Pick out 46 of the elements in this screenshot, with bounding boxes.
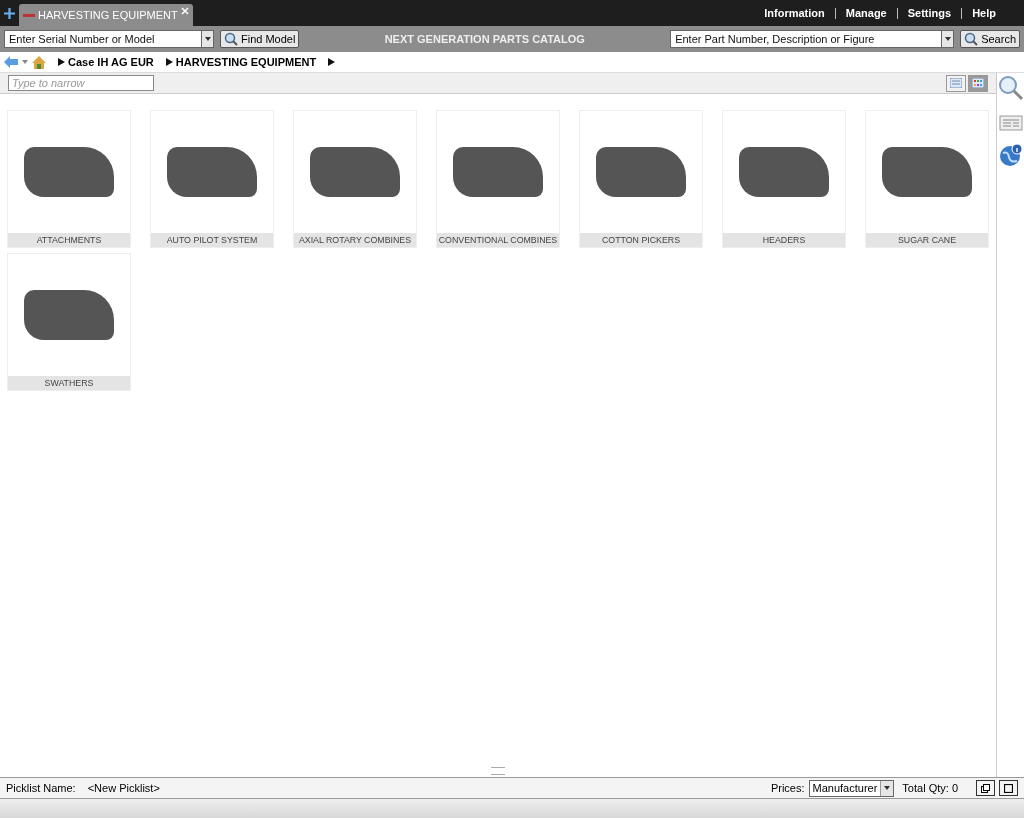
windows-icon <box>981 783 990 793</box>
triangle-icon <box>58 58 65 66</box>
part-field[interactable]: Enter Part Number, Description or Figure <box>670 30 942 48</box>
globe-info-icon[interactable] <box>998 143 1023 167</box>
maximize-button[interactable] <box>999 780 1018 796</box>
category-tile[interactable]: CONVENTIONAL COMBINES <box>436 110 560 248</box>
back-arrow-icon[interactable] <box>4 56 18 68</box>
category-tile[interactable]: AXIAL ROTARY COMBINES <box>293 110 417 248</box>
prices-label: Prices: <box>770 782 805 794</box>
category-tile[interactable]: SWATHERS <box>7 253 131 391</box>
picklist-name: <New Picklist> <box>87 782 160 794</box>
category-tile[interactable]: SUGAR CANE <box>865 110 989 248</box>
search-icon <box>964 32 979 46</box>
list-view-button[interactable] <box>946 74 966 92</box>
triangle-icon <box>328 58 336 66</box>
grid-view-button[interactable] <box>968 74 988 92</box>
category-tile[interactable]: AUTO PILOT SYSTEM <box>150 110 274 248</box>
category-tile[interactable]: COTTON PICKERS <box>579 110 703 248</box>
dropdown-icon[interactable] <box>204 37 211 41</box>
logo-icon <box>23 13 35 17</box>
splitter-handle[interactable] <box>491 767 505 775</box>
restore-button[interactable] <box>976 780 995 796</box>
top-link[interactable]: Help <box>962 7 1006 19</box>
plus-icon[interactable] <box>4 7 15 19</box>
breadcrumb-link[interactable]: Case IH AG EUR <box>68 56 154 68</box>
prices-dropdown[interactable]: Manufacturer <box>808 779 895 797</box>
category-tile[interactable]: HEADERS <box>722 110 846 248</box>
find-model-button[interactable]: Find Model <box>220 30 300 48</box>
top-link[interactable]: Manage <box>835 7 897 19</box>
filter-field[interactable]: Type to narrow <box>8 75 154 91</box>
triangle-icon <box>165 58 173 66</box>
search-button[interactable]: Search <box>960 30 1020 48</box>
catalog-title: NEXT GENERATION PARTS CATALOG <box>383 33 586 45</box>
breadcrumb-link[interactable]: HARVESTING EQUIPMENT <box>175 56 317 68</box>
picklist-label: Picklist Name: <box>6 782 76 794</box>
top-link[interactable]: Settings <box>897 7 962 19</box>
top-link[interactable]: Information <box>754 7 835 19</box>
search-icon[interactable] <box>997 75 1024 101</box>
home-icon[interactable] <box>32 55 46 69</box>
dropdown-icon[interactable] <box>944 37 951 41</box>
model-field[interactable]: Enter Serial Number or Model <box>4 30 201 48</box>
dropdown-icon[interactable] <box>884 786 891 790</box>
close-icon[interactable] <box>180 7 189 15</box>
category-tile[interactable]: ATTACHMENTS <box>7 110 131 248</box>
search-icon <box>224 32 238 46</box>
total-quantity: Total Qty: 0 <box>902 782 958 794</box>
